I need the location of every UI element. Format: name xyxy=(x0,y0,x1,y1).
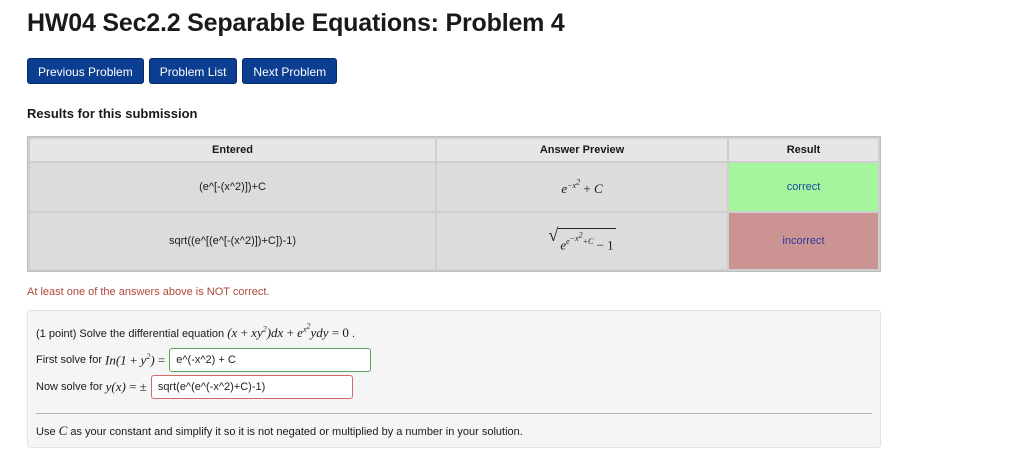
hint-prefix: Use xyxy=(36,426,56,438)
question-2: Now solve for y(x) = ± xyxy=(36,375,353,399)
problem-box: (1 point) Solve the differential equatio… xyxy=(27,310,881,448)
entered-answer-2: sqrt((e^[(e^[-(x^2)])+C])-1) xyxy=(30,213,435,269)
table-row: sqrt((e^[(e^[-(x^2)])+C])-1) √ ee−x2+C − … xyxy=(30,213,878,269)
question-1-label: First solve for xyxy=(36,354,103,366)
answer-input-1[interactable] xyxy=(169,348,372,372)
header-answer-preview: Answer Preview xyxy=(437,139,727,161)
answer-preview-1: e−x2 + C xyxy=(437,163,727,211)
previous-problem-button[interactable]: Previous Problem xyxy=(27,58,144,84)
entered-answer-1: (e^[-(x^2)])+C xyxy=(30,163,435,211)
question-2-label: Now solve for xyxy=(36,381,103,393)
incorrect-warning: At least one of the answers above is NOT… xyxy=(27,286,270,298)
answer-preview-2: √ ee−x2+C − 1 xyxy=(437,213,727,269)
results-table: Entered Answer Preview Result (e^[-(x^2)… xyxy=(27,136,881,272)
problem-statement: (1 point) Solve the differential equatio… xyxy=(36,321,356,340)
header-result: Result xyxy=(729,139,878,161)
divider xyxy=(36,413,872,414)
result-badge-correct: correct xyxy=(729,163,878,211)
problem-navigation: Previous Problem Problem List Next Probl… xyxy=(27,58,338,84)
page-title: HW04 Sec2.2 Separable Equations: Problem… xyxy=(27,9,565,37)
results-header-row: Entered Answer Preview Result xyxy=(30,139,878,161)
hint-text: Use C as your constant and simplify it s… xyxy=(36,423,523,438)
results-heading: Results for this submission xyxy=(27,106,198,121)
hint-suffix: as your constant and simplify it so it i… xyxy=(70,426,523,438)
next-problem-button[interactable]: Next Problem xyxy=(242,58,338,84)
problem-statement-text: (1 point) Solve the differential equatio… xyxy=(36,327,225,340)
header-entered: Entered xyxy=(30,139,435,161)
answer-input-2[interactable] xyxy=(150,375,353,399)
question-1: First solve for In(1 + y2) = xyxy=(36,348,372,372)
table-row: (e^[-(x^2)])+C e−x2 + C correct xyxy=(30,163,878,211)
problem-list-button[interactable]: Problem List xyxy=(148,58,238,84)
result-badge-incorrect: incorrect xyxy=(729,213,878,269)
